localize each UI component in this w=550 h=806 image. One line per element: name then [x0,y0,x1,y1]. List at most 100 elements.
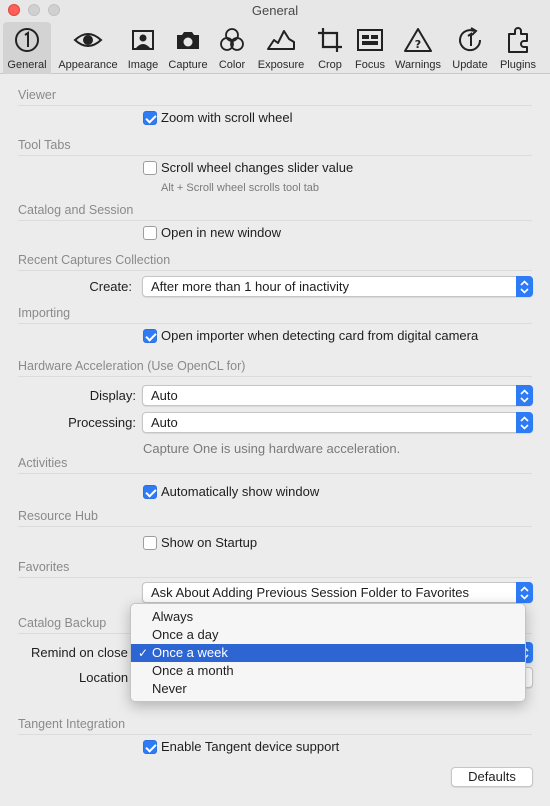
divider [18,105,532,106]
crop-icon [315,25,345,55]
general-icon [12,25,42,55]
divider [18,155,532,156]
checkbox-checked[interactable] [143,110,157,125]
tangent-support-checkbox[interactable]: Enable Tangent device support [143,739,339,754]
menu-item-once-a-month[interactable]: Once a month [131,662,525,680]
tab-label: Crop [318,59,342,71]
processing-select[interactable]: Auto [142,412,533,433]
camera-icon [173,25,203,55]
plugin-icon [503,25,533,55]
tab-label: Update [452,59,488,71]
checkmark-icon: ✓ [138,646,149,660]
menu-item-never[interactable]: Never [131,680,525,698]
menu-item-label: Once a day [152,627,219,642]
checkbox-unchecked[interactable] [143,225,157,240]
update-icon [455,25,485,55]
checkbox-label: Automatically show window [161,484,320,499]
tab-label: Warnings [394,59,442,71]
checkbox-label: Zoom with scroll wheel [161,110,293,125]
checkbox-checked[interactable] [143,328,157,343]
chevron-updown-icon [516,582,533,603]
checkbox-unchecked[interactable] [143,535,157,550]
section-title-favorites: Favorites [18,560,70,574]
chevron-updown-icon [516,276,533,297]
display-select[interactable]: Auto [142,385,533,406]
tab-label: Plugins [499,59,537,71]
divider [18,734,532,735]
open-importer-checkbox[interactable]: Open importer when detecting card from d… [143,328,478,343]
remind-on-close-label: Remind on close [31,645,128,660]
section-title-catalog-session: Catalog and Session [18,203,134,217]
acceleration-status-text: Capture One is using hardware accelerati… [143,441,401,456]
checkbox-label: Open importer when detecting card from d… [161,328,479,343]
open-new-window-checkbox[interactable]: Open in new window [143,225,281,240]
section-title-hardware: Hardware Acceleration (Use OpenCL for) [18,359,246,373]
section-title-catalog-backup: Catalog Backup [18,616,107,630]
tab-label: Exposure [257,59,305,71]
tab-plugins[interactable]: Plugins [496,22,540,74]
window-title: General [251,3,299,18]
create-label: Create: [89,279,132,294]
select-value: Auto [151,388,178,403]
divider [18,376,532,377]
create-select[interactable]: After more than 1 hour of inactivity [142,276,533,297]
checkbox-unchecked[interactable] [143,160,157,175]
location-label: Location [79,670,129,685]
tab-color[interactable]: Color [213,22,251,74]
color-icon [217,25,247,55]
checkbox-checked[interactable] [143,484,157,499]
menu-item-label: Once a week [152,645,228,660]
tab-exposure[interactable]: Exposure [253,22,309,74]
svg-text:?: ? [415,38,421,51]
tab-focus[interactable]: Focus [350,22,390,74]
section-title-importing: Importing [18,306,71,320]
section-title-recent-captures: Recent Captures Collection [18,253,171,267]
tab-capture[interactable]: Capture [165,22,211,74]
tab-appearance[interactable]: Appearance [54,22,122,74]
section-title-resource-hub: Resource Hub [18,509,98,523]
tab-update[interactable]: Update [447,22,493,74]
auto-show-window-checkbox[interactable]: Automatically show window [143,484,319,499]
tab-image[interactable]: Image [124,22,162,74]
tab-label: Color [218,59,246,71]
menu-item-always[interactable]: Always [131,608,525,626]
tab-crop[interactable]: Crop [312,22,348,74]
preferences-toolbar: General Appearance Image Capture Color E… [0,22,550,74]
tab-label: Appearance [58,59,118,71]
divider [18,577,532,578]
show-on-startup-checkbox[interactable]: Show on Startup [143,535,257,550]
exposure-icon [266,25,296,55]
eye-icon [73,25,103,55]
scroll-hint-text: Alt + Scroll wheel scrolls tool tab [161,182,320,194]
select-value: After more than 1 hour of inactivity [151,279,349,294]
chevron-updown-icon [516,385,533,406]
tab-general[interactable]: General [3,22,51,74]
tab-label: Capture [168,59,208,71]
image-icon [128,25,158,55]
checkbox-label: Show on Startup [161,535,258,550]
defaults-button[interactable]: Defaults [451,767,533,787]
favorites-select[interactable]: Ask About Adding Previous Session Folder… [142,582,533,603]
divider [18,526,532,527]
focus-icon [355,25,385,55]
display-label: Display: [89,388,136,403]
scroll-slider-checkbox[interactable]: Scroll wheel changes slider value [143,160,353,175]
divider [18,473,532,474]
menu-item-once-a-day[interactable]: Once a day [131,626,525,644]
tab-label: Image [127,59,159,71]
title-bar: General [0,0,550,22]
section-title-viewer: Viewer [18,88,56,102]
divider [18,323,532,324]
select-value: Ask About Adding Previous Session Folder… [151,585,469,600]
chevron-updown-icon [516,412,533,433]
tab-warnings[interactable]: ? Warnings [393,22,443,74]
section-title-tool-tabs: Tool Tabs [18,138,71,152]
warning-icon: ? [403,25,433,55]
checkbox-checked[interactable] [143,739,157,754]
menu-item-label: Once a month [152,663,234,678]
zoom-scroll-checkbox[interactable]: Zoom with scroll wheel [143,110,293,125]
menu-item-once-a-week[interactable]: ✓ Once a week [131,644,525,662]
section-title-activities: Activities [18,456,68,470]
tab-label: Focus [355,59,385,71]
divider [18,270,532,271]
